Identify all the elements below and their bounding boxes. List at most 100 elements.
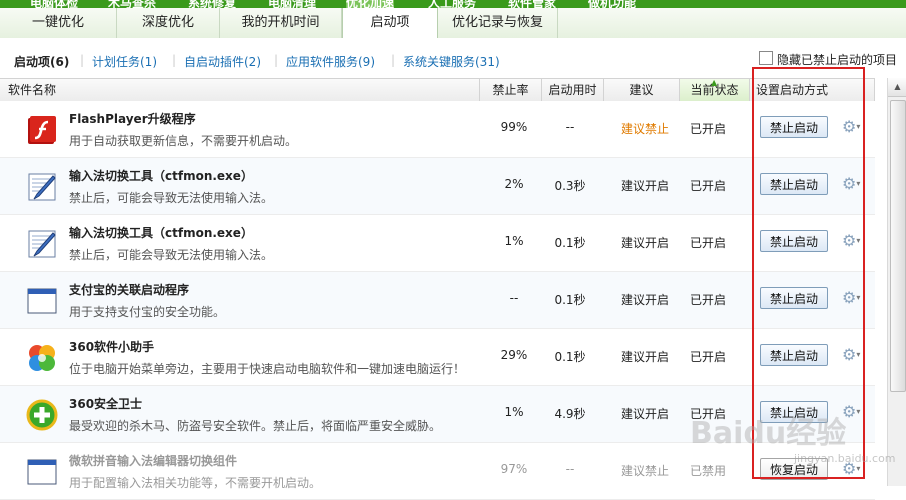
subnav-system-services[interactable]: 系统关键服务(31) bbox=[403, 53, 500, 70]
current-state: 已开启 bbox=[689, 236, 726, 250]
current-state: 已开启 bbox=[689, 350, 726, 364]
software-name: 360安全卫士 bbox=[69, 397, 143, 411]
tab-one-click[interactable]: 一键优化 bbox=[0, 8, 117, 38]
disable-rate: -- bbox=[509, 291, 519, 305]
disable-startup-button[interactable]: 禁止启动 bbox=[760, 344, 828, 366]
subnav-app-services[interactable]: 应用软件服务(9) bbox=[286, 53, 375, 70]
pen-edit-icon bbox=[28, 173, 56, 201]
360-safe-guard-icon bbox=[26, 399, 58, 431]
current-state: 已开启 bbox=[689, 407, 726, 421]
top-nav-item[interactable]: 做机功能 bbox=[588, 0, 636, 8]
scroll-up-icon[interactable]: ▲ bbox=[888, 78, 906, 97]
software-name: 输入法切换工具（ctfmon.exe） bbox=[69, 169, 253, 183]
subnav-autostart-plugins[interactable]: 自启动插件(2) bbox=[184, 53, 261, 70]
disable-startup-button[interactable]: 禁止启动 bbox=[760, 116, 828, 138]
top-nav-item[interactable]: 木马查杀 bbox=[108, 0, 156, 8]
gear-icon[interactable]: ⚙▾ bbox=[842, 403, 864, 421]
current-state: 已开启 bbox=[689, 293, 726, 307]
top-nav-item[interactable]: 电脑清理 bbox=[268, 0, 316, 8]
disable-startup-button[interactable]: 禁止启动 bbox=[760, 230, 828, 252]
tab-deep-optimize[interactable]: 深度优化 bbox=[117, 8, 220, 38]
software-name: 360软件小助手 bbox=[69, 340, 155, 354]
disable-startup-button[interactable]: 禁止启动 bbox=[760, 401, 828, 423]
startup-time: 0.3秒 bbox=[554, 179, 586, 193]
column-header-name[interactable]: 软件名称 bbox=[0, 79, 480, 101]
table-row: 输入法切换工具（ctfmon.exe） 禁止后，可能会导致无法使用输入法。 2%… bbox=[0, 158, 875, 215]
hide-disabled-checkbox[interactable] bbox=[759, 51, 773, 65]
optimize-tabs: 一键优化 深度优化 我的开机时间 启动项 优化记录与恢复 bbox=[0, 8, 906, 39]
disable-rate: 99% bbox=[500, 120, 528, 134]
gear-icon[interactable]: ⚙▾ bbox=[842, 289, 864, 307]
current-state: 已开启 bbox=[689, 122, 726, 136]
table-row: 输入法切换工具（ctfmon.exe） 禁止后，可能会导致无法使用输入法。 1%… bbox=[0, 215, 875, 272]
startup-time: -- bbox=[565, 120, 575, 134]
software-name: 输入法切换工具（ctfmon.exe） bbox=[69, 226, 253, 240]
subnav-separator: | bbox=[172, 53, 177, 67]
table-row: 支付宝的关联启动程序 用于支持支付宝的安全功能。 -- 0.1秒 建议开启 已开… bbox=[0, 272, 875, 329]
column-header-rate[interactable]: 禁止率 bbox=[480, 79, 542, 101]
table-header: 软件名称 禁止率 启动用时 建议 当前状态 设置启动方式 bbox=[0, 78, 875, 102]
top-nav-item[interactable]: 人工服务 bbox=[428, 0, 476, 8]
suggestion-text: 建议禁止 bbox=[620, 122, 669, 136]
disable-rate: 2% bbox=[504, 177, 524, 191]
disable-rate: 1% bbox=[504, 234, 524, 248]
current-state: 已开启 bbox=[689, 179, 726, 193]
360-assistant-icon bbox=[29, 345, 55, 371]
gear-icon[interactable]: ⚙▾ bbox=[842, 232, 864, 250]
subnav-separator: | bbox=[274, 53, 279, 67]
top-nav-bar: 电脑体检 木马查杀 系统修复 电脑清理 优化加速 人工服务 软件管家 做机功能 bbox=[0, 0, 906, 8]
sort-up-icon: ▲ bbox=[711, 78, 718, 87]
suggestion-text: 建议开启 bbox=[620, 293, 669, 307]
column-header-time[interactable]: 启动用时 bbox=[542, 79, 604, 101]
scrollbar-thumb[interactable] bbox=[890, 100, 906, 392]
table-row: 微软拼音输入法编辑器切换组件 用于配置输入法相关功能等，不需要开机启动。 97%… bbox=[0, 443, 875, 500]
current-state: 已禁用 bbox=[689, 464, 726, 478]
software-name: FlashPlayer升级程序 bbox=[69, 112, 196, 126]
subnav-separator: | bbox=[391, 53, 396, 67]
pen-edit-icon bbox=[28, 230, 56, 258]
top-nav-item[interactable]: 软件管家 bbox=[508, 0, 556, 8]
disable-rate: 29% bbox=[500, 348, 528, 362]
column-header-suggestion[interactable]: 建议 bbox=[604, 79, 680, 101]
vertical-scrollbar[interactable]: ▲ bbox=[887, 78, 906, 486]
software-description: 最受欢迎的杀木马、防盗号安全软件。禁止后，将面临严重安全威胁。 bbox=[69, 419, 442, 433]
suggestion-text: 建议禁止 bbox=[620, 464, 669, 478]
tab-history-restore[interactable]: 优化记录与恢复 bbox=[438, 8, 558, 38]
startup-time: -- bbox=[565, 462, 575, 476]
suggestion-text: 建议开启 bbox=[620, 179, 669, 193]
disable-startup-button[interactable]: 禁止启动 bbox=[760, 173, 828, 195]
gear-icon[interactable]: ⚙▾ bbox=[842, 460, 864, 478]
table-row: 360安全卫士 最受欢迎的杀木马、防盗号安全软件。禁止后，将面临严重安全威胁。 … bbox=[0, 386, 875, 443]
top-nav-item[interactable]: 电脑体检 bbox=[30, 0, 78, 8]
table-row: FlashPlayer升级程序 用于自动获取更新信息，不需要开机启动。 99% … bbox=[0, 101, 875, 158]
hide-disabled-label: 隐藏已禁止启动的项目 bbox=[777, 53, 898, 67]
disable-startup-button[interactable]: 禁止启动 bbox=[760, 287, 828, 309]
suggestion-text: 建议开启 bbox=[620, 350, 669, 364]
tab-boot-time[interactable]: 我的开机时间 bbox=[220, 8, 342, 38]
window-app-icon bbox=[27, 288, 57, 314]
top-nav-item[interactable]: 系统修复 bbox=[188, 0, 236, 8]
subnav-startup-items[interactable]: 启动项(6) bbox=[14, 53, 69, 70]
software-name: 支付宝的关联启动程序 bbox=[69, 283, 190, 297]
window-app-icon bbox=[27, 459, 57, 485]
startup-list: FlashPlayer升级程序 用于自动获取更新信息，不需要开机启动。 99% … bbox=[0, 101, 875, 500]
startup-time: 0.1秒 bbox=[554, 236, 586, 250]
software-description: 禁止后，可能会导致无法使用输入法。 bbox=[69, 248, 274, 262]
software-description: 禁止后，可能会导致无法使用输入法。 bbox=[69, 191, 274, 205]
disable-rate: 1% bbox=[504, 405, 524, 419]
software-description: 用于配置输入法相关功能等，不需要开机启动。 bbox=[69, 476, 322, 490]
software-description: 用于支持支付宝的安全功能。 bbox=[69, 305, 226, 319]
startup-subnav: 启动项(6) | 计划任务(1) | 自启动插件(2) | 应用软件服务(9) … bbox=[0, 38, 906, 78]
suggestion-text: 建议开启 bbox=[620, 236, 669, 250]
subnav-scheduled-tasks[interactable]: 计划任务(1) bbox=[92, 53, 157, 70]
tab-startup-items[interactable]: 启动项 bbox=[342, 8, 438, 39]
restore-startup-button[interactable]: 恢复启动 bbox=[760, 458, 828, 480]
gear-icon[interactable]: ⚙▾ bbox=[842, 346, 864, 364]
gear-icon[interactable]: ⚙▾ bbox=[842, 175, 864, 193]
top-nav-item-active[interactable]: 优化加速 bbox=[346, 0, 395, 8]
software-name: 微软拼音输入法编辑器切换组件 bbox=[69, 454, 238, 468]
flash-player-icon bbox=[28, 116, 56, 144]
subnav-separator: | bbox=[80, 53, 85, 67]
startup-time: 0.1秒 bbox=[554, 293, 586, 307]
gear-icon[interactable]: ⚙▾ bbox=[842, 118, 864, 136]
